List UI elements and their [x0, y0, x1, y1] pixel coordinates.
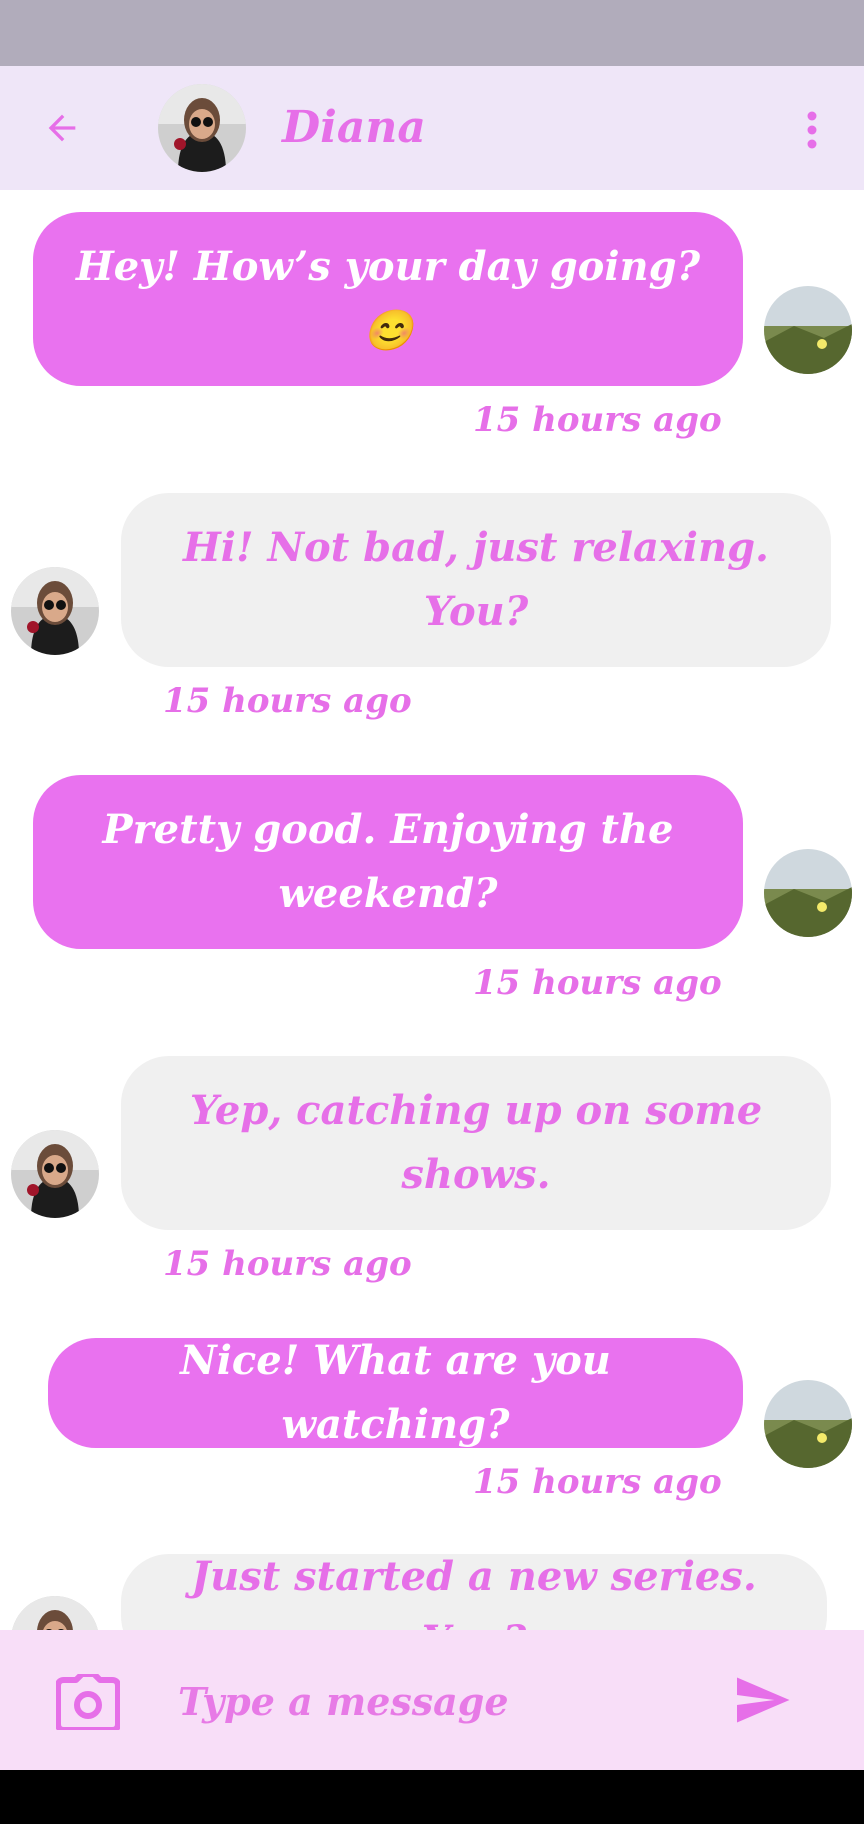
message-timestamp: 15 hours ago: [163, 681, 412, 721]
system-nav-bar: [0, 1770, 864, 1824]
arrow-left-icon: [48, 114, 76, 142]
send-icon: [737, 1677, 790, 1723]
back-button[interactable]: [38, 104, 86, 152]
sent-bubble[interactable]: Nice! What are you watching?: [48, 1337, 743, 1448]
send-button[interactable]: [730, 1670, 794, 1730]
more-vertical-icon: [807, 111, 817, 149]
my-avatar: [764, 286, 852, 374]
contact-avatar: [11, 1130, 99, 1218]
message-item: Hi! Not bad, just relaxing. You? 15 hour…: [0, 493, 864, 733]
message-timestamp: 15 hours ago: [473, 963, 722, 1003]
camera-button[interactable]: [55, 1671, 121, 1733]
status-bar: [0, 0, 864, 66]
message-timestamp: 15 hours ago: [163, 1244, 412, 1284]
received-bubble[interactable]: Just started a new series. You?: [121, 1553, 827, 1630]
message-item: Hey! How’s your day going? 😊 15 hours ag…: [0, 212, 864, 452]
received-bubble[interactable]: Hi! Not bad, just relaxing. You?: [121, 493, 831, 667]
chat-header: Diana: [0, 66, 864, 190]
message-input[interactable]: [176, 1668, 700, 1734]
message-input-bar: [0, 1630, 864, 1770]
message-timestamp: 15 hours ago: [473, 400, 722, 440]
contact-avatar: [11, 1596, 99, 1630]
more-options-button[interactable]: [792, 102, 832, 158]
contact-avatar[interactable]: [158, 84, 246, 172]
received-bubble[interactable]: Yep, catching up on some shows.: [121, 1056, 831, 1230]
message-item: Yep, catching up on some shows. 15 hours…: [0, 1056, 864, 1296]
sent-bubble[interactable]: Pretty good. Enjoying the weekend?: [33, 775, 743, 949]
my-avatar: [764, 849, 852, 937]
message-item: Nice! What are you watching? 15 hours ag…: [0, 1337, 864, 1518]
message-item: Just started a new series. You?: [0, 1553, 864, 1630]
message-timestamp: 15 hours ago: [473, 1462, 722, 1502]
my-avatar: [764, 1380, 852, 1468]
contact-name[interactable]: Diana: [282, 96, 426, 160]
camera-icon: [55, 1671, 121, 1733]
contact-avatar: [11, 567, 99, 655]
message-list[interactable]: Hey! How’s your day going? 😊 15 hours ag…: [0, 190, 864, 1630]
message-item: Pretty good. Enjoying the weekend? 15 ho…: [0, 775, 864, 1015]
sent-bubble[interactable]: Hey! How’s your day going? 😊: [33, 212, 743, 386]
